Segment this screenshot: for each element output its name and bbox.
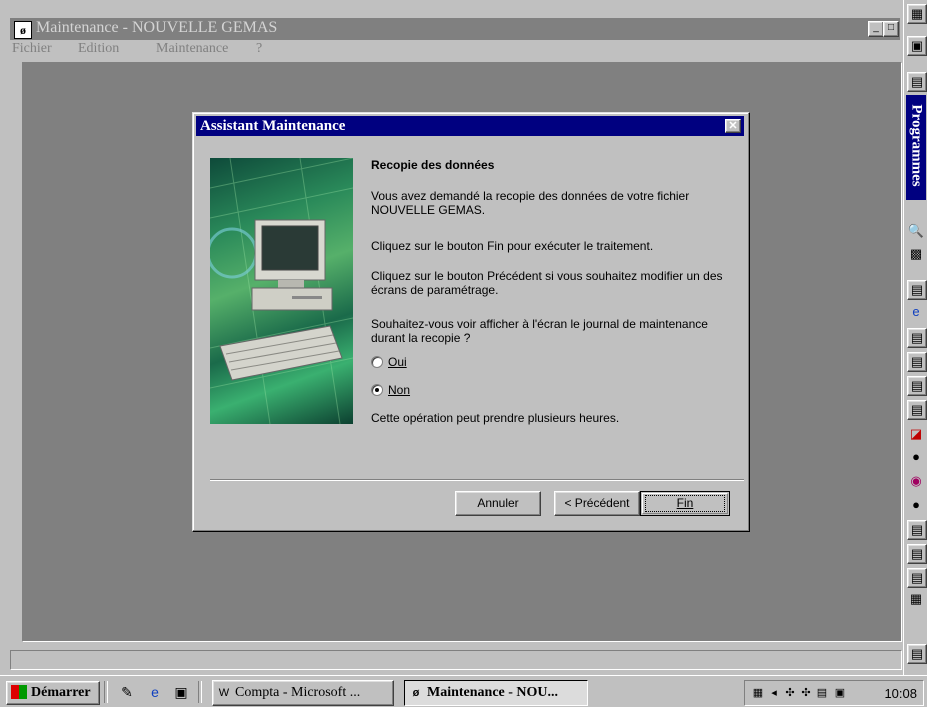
task-compta-label: Compta - Microsoft ...: [235, 685, 361, 700]
task-maintenance-label: Maintenance - NOU...: [427, 685, 559, 700]
status-bar: [10, 650, 902, 670]
app-title-bar[interactable]: ø Maintenance - NOUVELLE GEMAS _ □: [10, 18, 900, 40]
close-icon[interactable]: ✕: [725, 119, 741, 133]
back-instruction-text: Cliquez sur le bouton Précédent si vous …: [371, 269, 723, 297]
program-icon[interactable]: ●: [907, 448, 925, 466]
programs-label-text: Programmes: [908, 104, 925, 187]
program-icon[interactable]: ▤: [907, 400, 927, 420]
program-icon[interactable]: ▤: [907, 568, 927, 588]
finish-button[interactable]: Fin: [640, 491, 730, 516]
menu-fichier[interactable]: Fichier: [12, 41, 52, 57]
pencil-icon[interactable]: ✎: [118, 683, 136, 701]
app-title: Maintenance - NOUVELLE GEMAS: [36, 19, 278, 36]
word-document-icon: W: [218, 687, 230, 699]
wizard-dialog: Assistant Maintenance ✕ Recopie des donn…: [192, 112, 750, 532]
task-maintenance[interactable]: ø Maintenance - NOU...: [404, 680, 588, 706]
program-icon[interactable]: ▦: [907, 590, 925, 608]
windows-logo-icon: [11, 685, 27, 699]
start-label: Démarrer: [31, 685, 91, 700]
program-icon[interactable]: ▣: [907, 36, 927, 56]
toolbar-menu-icon[interactable]: ▦: [907, 4, 927, 24]
program-icon[interactable]: ▤: [907, 376, 927, 396]
back-button[interactable]: < Précédent: [554, 491, 640, 516]
program-icon[interactable]: ◉: [907, 472, 925, 490]
start-button[interactable]: Démarrer: [6, 681, 100, 705]
menu-help[interactable]: ?: [256, 41, 262, 57]
task-compta[interactable]: W Compta - Microsoft ...: [212, 680, 394, 706]
volume-icon[interactable]: ◂: [767, 686, 781, 700]
program-icon[interactable]: ▩: [907, 245, 925, 263]
maximize-icon[interactable]: □: [883, 21, 899, 37]
program-icon[interactable]: ●: [907, 496, 925, 514]
app-icon: ø: [14, 21, 32, 39]
radio-circle: [371, 384, 383, 396]
internet-explorer-icon[interactable]: e: [907, 303, 925, 321]
tray-icon[interactable]: ▦: [751, 686, 765, 700]
dialog-title: Assistant Maintenance: [200, 118, 346, 134]
menu-bar: Fichier Edition Maintenance ?: [10, 40, 900, 58]
finish-instruction-text: Cliquez sur le bouton Fin pour exécuter …: [371, 239, 654, 253]
program-icon[interactable]: ▤: [907, 328, 927, 348]
divider: [210, 479, 744, 481]
system-tray: ▦ ◂ ✣ ✣ ▤ ▣ 10:08: [744, 680, 924, 706]
program-icon[interactable]: ▤: [907, 544, 927, 564]
find-icon[interactable]: 🔍: [907, 222, 925, 240]
journal-question-text: Souhaitez-vous voir afficher à l'écran l…: [371, 317, 708, 345]
wizard-heading: Recopie des données: [371, 158, 495, 172]
intro-text: Vous avez demandé la recopie des données…: [371, 189, 690, 217]
wizard-illustration: [210, 158, 353, 424]
network-icon[interactable]: ✣: [783, 686, 797, 700]
program-icon[interactable]: ▤: [907, 280, 927, 300]
tray-icon[interactable]: ▤: [815, 686, 829, 700]
app-icon: ø: [412, 687, 420, 699]
warning-text: Cette opération peut prendre plusieurs h…: [371, 411, 620, 425]
divider: [198, 681, 202, 703]
programs-label: Programmes: [906, 95, 926, 200]
programs-toolbar: ▦ ▣ ▤ Programmes 🔍 ▩ ▤ e ▤ ▤ ▤ ▤ ◪ ● ◉ ●…: [903, 0, 927, 675]
computer-illustration-icon: [210, 158, 353, 424]
menu-edition[interactable]: Edition: [78, 41, 119, 57]
radio-oui-label: Oui: [388, 355, 407, 369]
cancel-button[interactable]: Annuler: [455, 491, 541, 516]
program-icon[interactable]: ▤: [907, 72, 927, 92]
program-icon[interactable]: ◪: [907, 425, 925, 443]
minimize-icon[interactable]: _: [868, 21, 884, 37]
program-icon[interactable]: ▤: [907, 352, 927, 372]
radio-circle: [371, 356, 383, 368]
radio-oui[interactable]: Oui: [371, 355, 431, 371]
tray-icon[interactable]: ▣: [833, 686, 847, 700]
radio-non-label: Non: [388, 383, 411, 397]
menu-maintenance[interactable]: Maintenance: [156, 41, 228, 57]
divider: [104, 681, 108, 703]
program-icon[interactable]: ▤: [907, 520, 927, 540]
clock[interactable]: 10:08: [884, 686, 917, 701]
taskbar: Démarrer ✎ e ▣ W Compta - Microsoft ... …: [0, 675, 927, 707]
finish-button-label: Fin: [676, 496, 694, 510]
dialog-title-bar[interactable]: Assistant Maintenance ✕: [196, 116, 744, 136]
program-icon[interactable]: ▤: [907, 644, 927, 664]
tray-icon[interactable]: ✣: [799, 686, 813, 700]
radio-non[interactable]: Non: [371, 383, 431, 399]
radio-selected-dot: [375, 388, 379, 392]
internet-explorer-icon[interactable]: e: [146, 683, 164, 701]
desktop-icon[interactable]: ▣: [172, 683, 190, 701]
